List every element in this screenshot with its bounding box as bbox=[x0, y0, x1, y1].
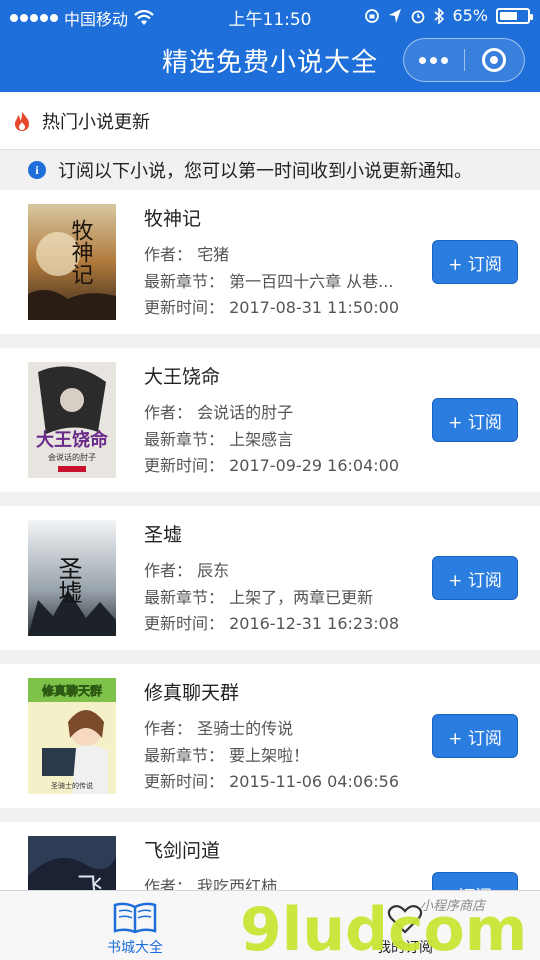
book-author: 作者： 圣骑士的传说 bbox=[144, 719, 294, 738]
tab-label: 我的订阅 bbox=[377, 940, 433, 956]
cover-author: 圣骑士的传说 bbox=[51, 781, 93, 790]
alarm-icon bbox=[412, 10, 425, 23]
cover-title: 大王饶命 bbox=[36, 429, 109, 451]
info-icon: i bbox=[28, 161, 46, 179]
status-bar: 中国移动 上午11:50 65% bbox=[0, 0, 540, 32]
rotation-lock-icon bbox=[365, 8, 380, 23]
book-latest-chapter: 最新章节： 上架了，两章已更新 bbox=[144, 588, 374, 607]
book-item[interactable]: 圣墟 圣墟 作者： 辰东 最新章节： 上架了，两章已更新 更新时间： 2016-… bbox=[0, 506, 540, 650]
cover-title: 圣墟 bbox=[54, 556, 82, 604]
cover-author: 会说话的肘子 bbox=[48, 452, 96, 462]
book-author: 作者： 会说话的肘子 bbox=[144, 403, 294, 422]
more-dots-icon bbox=[419, 56, 449, 64]
book-title: 大王饶命 bbox=[144, 366, 221, 388]
miniprogram-capsule bbox=[403, 38, 525, 82]
tab-bookstore[interactable]: 书城大全 bbox=[60, 891, 210, 960]
tab-label: 书城大全 bbox=[107, 940, 163, 956]
book-update-time: 更新时间： 2017-08-31 11:50:00 bbox=[144, 298, 400, 317]
book-cover: 大王饶命 会说话的肘子 bbox=[28, 362, 116, 478]
book-author: 作者： 宅猪 bbox=[144, 245, 230, 264]
book-latest-chapter: 最新章节： 第一百四十六章 从巷... bbox=[144, 272, 394, 291]
subscribe-button[interactable]: + 订阅 bbox=[432, 556, 518, 600]
section-header: 热门小说更新 bbox=[0, 92, 540, 150]
book-list: 牧神记 牧神记 作者： 宅猪 最新章节： 第一百四十六章 从巷... 更新时间：… bbox=[0, 190, 540, 960]
book-latest-chapter: 最新章节： 要上架啦！ bbox=[144, 746, 310, 765]
cover-title: 牧神记 bbox=[68, 219, 94, 285]
tab-bar: 书城大全 我的订阅 bbox=[0, 890, 540, 960]
book-title: 飞剑问道 bbox=[144, 840, 221, 862]
fire-icon bbox=[15, 110, 29, 131]
heart-icon bbox=[387, 905, 423, 934]
book-item[interactable]: 牧神记 牧神记 作者： 宅猪 最新章节： 第一百四十六章 从巷... 更新时间：… bbox=[0, 190, 540, 334]
book-author: 作者： 辰东 bbox=[144, 561, 230, 580]
book-cover: 修真聊天群 圣骑士的传说 bbox=[28, 678, 116, 794]
book-title: 修真聊天群 bbox=[144, 682, 240, 704]
more-button[interactable] bbox=[404, 39, 464, 81]
book-title: 牧神记 bbox=[144, 208, 202, 230]
book-latest-chapter: 最新章节： 上架感言 bbox=[144, 430, 294, 449]
book-item[interactable]: 大王饶命 会说话的肘子 大王饶命 作者： 会说话的肘子 最新章节： 上架感言 更… bbox=[0, 348, 540, 492]
book-update-time: 更新时间： 2017-09-29 16:04:00 bbox=[144, 456, 400, 475]
book-title: 圣墟 bbox=[144, 524, 183, 546]
book-cover: 圣墟 bbox=[28, 520, 116, 636]
cover-title: 修真聊天群 bbox=[41, 683, 102, 698]
subscribe-button[interactable]: + 订阅 bbox=[432, 398, 518, 442]
target-icon bbox=[482, 48, 507, 72]
book-update-time: 更新时间： 2015-11-06 04:06:56 bbox=[144, 772, 400, 791]
subscribe-button[interactable]: + 订阅 bbox=[432, 714, 518, 758]
bluetooth-icon bbox=[434, 7, 445, 24]
notice-bar: i 订阅以下小说，您可以第一时间收到小说更新通知。 bbox=[0, 150, 540, 190]
close-miniprogram-button[interactable] bbox=[465, 39, 525, 81]
book-cover: 牧神记 bbox=[28, 204, 116, 320]
location-icon bbox=[389, 8, 402, 23]
book-open-icon bbox=[113, 902, 157, 934]
section-title: 热门小说更新 bbox=[42, 111, 150, 133]
battery-percent: 65% bbox=[452, 6, 488, 25]
subscribe-button[interactable]: + 订阅 bbox=[432, 240, 518, 284]
notice-text: 订阅以下小说，您可以第一时间收到小说更新通知。 bbox=[58, 161, 472, 182]
tab-my-subscriptions[interactable]: 我的订阅 bbox=[330, 891, 480, 960]
battery-icon bbox=[496, 7, 533, 24]
top-bar: 中国移动 上午11:50 65% 精选免费小说大全 bbox=[0, 0, 540, 92]
book-update-time: 更新时间： 2016-12-31 16:23:08 bbox=[144, 614, 400, 633]
book-item[interactable]: 修真聊天群 圣骑士的传说 修真聊天群 作者： 圣骑士的传说 最新章节： 要上架啦… bbox=[0, 664, 540, 808]
